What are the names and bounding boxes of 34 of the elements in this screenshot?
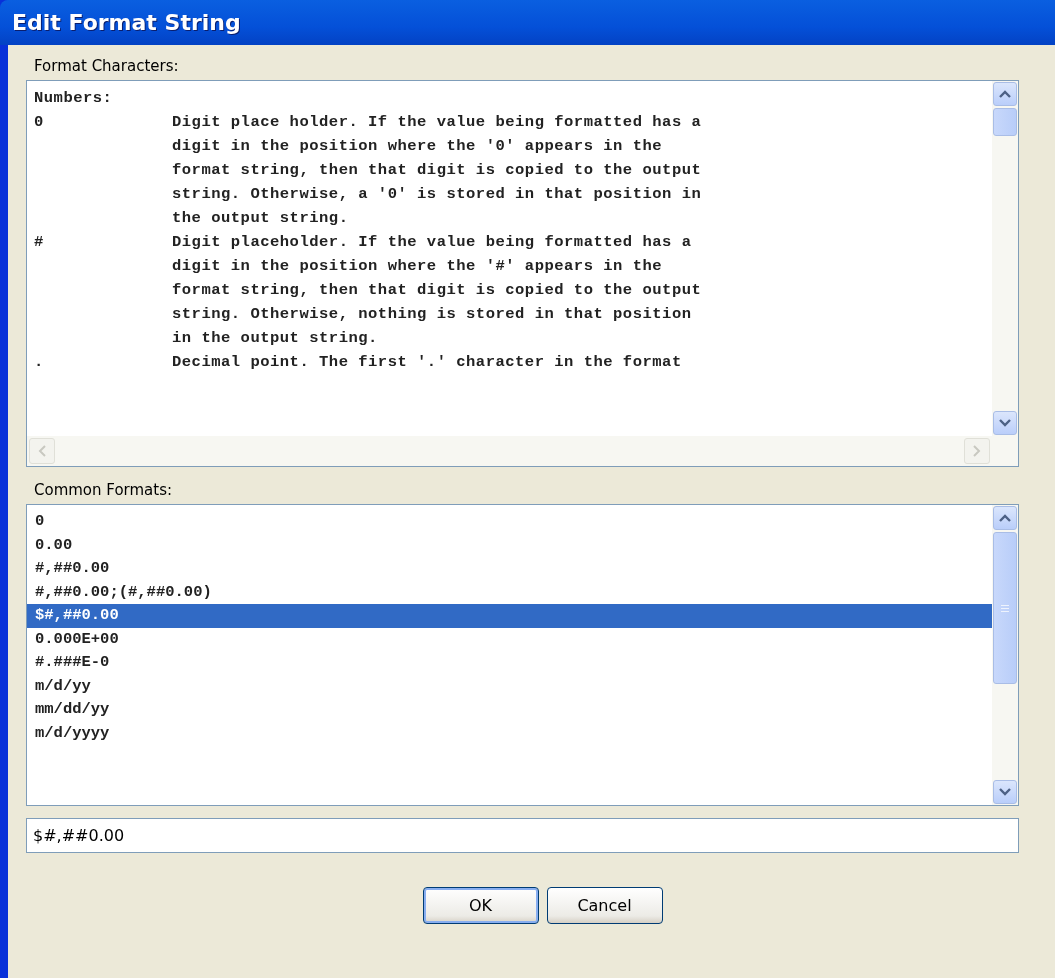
format-list-item[interactable]: 0 (27, 510, 992, 534)
scroll-down-button[interactable] (993, 411, 1017, 435)
format-input-field[interactable]: $#,##0.00 (26, 818, 1019, 853)
format-list-item[interactable]: $#,##0.00 (27, 604, 992, 628)
format-list-item[interactable]: #,##0.00 (27, 557, 992, 581)
ok-button[interactable]: OK (422, 887, 539, 924)
scroll-down-button[interactable] (993, 780, 1017, 804)
format-characters-label: Format Characters: (34, 57, 179, 75)
format-list-item[interactable]: #,##0.00;(#,##0.00) (27, 580, 992, 604)
scroll-thumb[interactable] (993, 108, 1017, 136)
horizontal-scrollbar[interactable] (27, 436, 1018, 466)
vertical-scrollbar[interactable] (992, 81, 1018, 436)
format-description: Decimal point. The first '.' character in the format (172, 352, 683, 373)
window-title: Edit Format String (0, 0, 1055, 45)
format-description: Digit placeholder. If the value being formatted has a digit in the position where the '#' appears in the format string, then that digit is copied to the output string. Otherwise, nothing is stored in that position in the output string. (172, 232, 703, 349)
format-description: Digit place holder. If the value being formatted has a digit in the position where the '0' appears in the format string, then that digit is copied to the output string. Otherwise, a '0' is stored in that position in the output string. (172, 112, 703, 229)
format-list-item[interactable]: 0.00 (27, 533, 992, 557)
scroll-left-button[interactable] (29, 438, 55, 464)
format-list-item[interactable]: m/d/yy (27, 674, 992, 698)
cancel-button[interactable]: Cancel (546, 887, 663, 924)
format-list-item[interactable]: mm/dd/yy (27, 698, 992, 722)
format-symbol: 0 (34, 112, 45, 133)
format-list-item[interactable]: #.###E-0 (27, 651, 992, 675)
scroll-up-button[interactable] (993, 506, 1017, 530)
common-formats-label: Common Formats: (34, 481, 173, 499)
section-heading: Numbers: (34, 88, 114, 109)
scroll-up-button[interactable] (993, 82, 1017, 106)
scroll-thumb[interactable] (993, 532, 1017, 684)
format-list-item[interactable]: m/d/yyyy (27, 721, 992, 745)
format-symbol: . (34, 352, 45, 373)
grip-icon (1001, 604, 1009, 612)
vertical-scrollbar[interactable] (992, 505, 1018, 805)
format-list-item[interactable]: 0.000E+00 (27, 627, 992, 651)
format-symbol: # (34, 232, 45, 253)
